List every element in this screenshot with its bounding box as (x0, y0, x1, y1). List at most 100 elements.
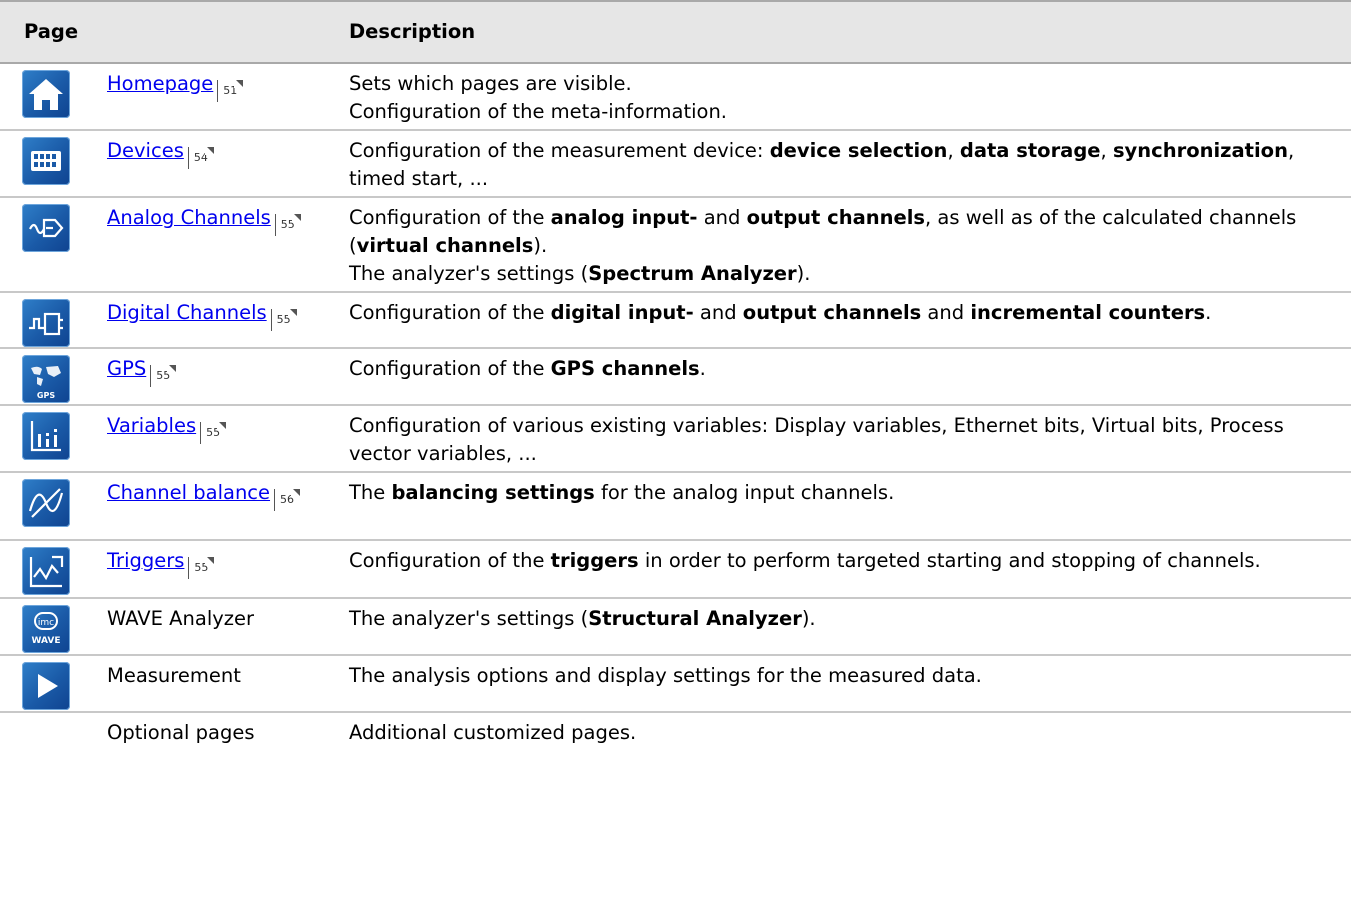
description-bold-text: analog input- (550, 206, 698, 229)
description-bold-text: synchronization (1112, 139, 1288, 162)
description-cell: Sets which pages are visible. Configurati… (327, 63, 1351, 131)
description-bold-text: digital input- (550, 301, 694, 324)
page-reference[interactable]: 55 (200, 422, 227, 444)
description-text: and (921, 301, 971, 324)
icon-cell (0, 130, 95, 198)
page-cell: Triggers 55 (95, 540, 327, 599)
page-reference[interactable]: 51 (217, 80, 244, 102)
description-cell: Configuration of various existing variab… (327, 405, 1351, 473)
page-cell: Homepage 51 (95, 63, 327, 131)
icon-cell (0, 655, 95, 713)
description-line: The analysis options and display setting… (349, 662, 1351, 690)
svg-text:GPS: GPS (37, 391, 55, 400)
header-page: Page (0, 0, 327, 64)
page-reference[interactable]: 56 (274, 489, 301, 511)
description-text: in order to perform targeted starting an… (638, 549, 1261, 572)
description-bold-text: Spectrum Analyzer (588, 262, 797, 285)
description-cell: Configuration of the analog input- and o… (327, 197, 1351, 293)
page-link[interactable]: Homepage (107, 72, 213, 95)
page-link[interactable]: Digital Channels (107, 301, 267, 324)
description-cell: Additional customized pages. (327, 712, 1351, 764)
home-icon (22, 70, 70, 118)
page-reference[interactable]: 55 (188, 557, 215, 579)
description-line: Configuration of various existing variab… (349, 412, 1351, 468)
description-cell: The analysis options and display setting… (327, 655, 1351, 713)
page-link[interactable]: Channel balance (107, 481, 270, 504)
page-reference[interactable]: 55 (270, 309, 297, 331)
description-line: Configuration of the triggers in order t… (349, 547, 1351, 575)
description-cell: The balancing settings for the analog in… (327, 472, 1351, 541)
description-text: Configuration of the meta-information. (349, 100, 728, 123)
description-text: ). (796, 262, 811, 285)
page-link[interactable]: Triggers (107, 549, 184, 572)
description-text: Configuration of the (349, 206, 551, 229)
page-link[interactable]: Analog Channels (107, 206, 271, 229)
table-row: Variables 55 Configuration of various exis… (0, 405, 1351, 473)
table-row: Analog Channels 55 Configuration of the an… (0, 197, 1351, 293)
description-cell: Configuration of the GPS channels. (327, 348, 1351, 406)
page-cell: WAVE Analyzer (95, 598, 327, 656)
description-bold-text: balancing settings (391, 481, 595, 504)
description-line: Configuration of the measurement device:… (349, 137, 1351, 193)
svg-text:WAVE: WAVE (32, 636, 61, 646)
channel-balance-icon (22, 479, 70, 527)
table-row: Triggers 55 Configuration of the triggers … (0, 540, 1351, 599)
icon-cell (0, 197, 95, 293)
icon-cell (0, 712, 95, 764)
page-link[interactable]: Variables (107, 414, 196, 437)
description-text: , (1100, 139, 1113, 162)
table-row: Measurement The analysis options and disp… (0, 655, 1351, 713)
page-cell: Analog Channels 55 (95, 197, 327, 293)
table-row: Channel balance 56 The balancing settings … (0, 472, 1351, 541)
description-bold-text: device selection (769, 139, 948, 162)
description-line: Configuration of the analog input- and o… (349, 204, 1351, 260)
table-row: Devices 54 Configuration of the measuremen… (0, 130, 1351, 198)
description-cell: The analyzer's settings (Structural Anal… (327, 598, 1351, 656)
triggers-icon (22, 547, 70, 595)
variables-icon (22, 412, 70, 460)
description-bold-text: Structural Analyzer (588, 607, 802, 630)
description-text: Configuration of the (349, 357, 551, 380)
description-line: The analyzer's settings (Structural Anal… (349, 605, 1351, 633)
table-header-row: Page Description (0, 0, 1351, 64)
description-cell: Configuration of the digital input- and … (327, 292, 1351, 349)
table-row: Optional pages Additional customized page… (0, 712, 1351, 764)
description-text: Sets which pages are visible. (349, 72, 632, 95)
description-bold-text: GPS channels (550, 357, 700, 380)
description-line: Sets which pages are visible. (349, 70, 1351, 98)
page-link[interactable]: GPS (107, 357, 146, 380)
description-text: . (1205, 301, 1212, 324)
description-line: The analyzer's settings (Spectrum Analyz… (349, 260, 1351, 288)
description-text: The (349, 481, 392, 504)
page-name: Optional pages (107, 721, 255, 744)
description-text: The analyzer's settings ( (349, 262, 589, 285)
icon-cell (0, 405, 95, 473)
table-row: Digital Channels 55 Configuration of the d… (0, 292, 1351, 349)
icon-cell (0, 63, 95, 131)
page-reference[interactable]: 55 (274, 214, 301, 236)
page-name: Measurement (107, 664, 241, 687)
wave-analyzer-icon: imc WAVE (22, 605, 70, 653)
digital-channels-icon (22, 299, 70, 347)
page-reference[interactable]: 54 (187, 147, 214, 169)
icon-cell: GPS (0, 348, 95, 406)
description-text: ). (533, 234, 548, 257)
page-link[interactable]: Devices (107, 139, 184, 162)
page-reference[interactable]: 55 (150, 365, 177, 387)
description-text: and (693, 301, 743, 324)
page-cell: Channel balance 56 (95, 472, 327, 541)
description-bold-text: data storage (959, 139, 1101, 162)
page-cell: Optional pages (95, 712, 327, 764)
page-cell: GPS 55 (95, 348, 327, 406)
description-line: Configuration of the meta-information. (349, 98, 1351, 126)
pages-table: Page Description Homepage 51 Sets which pa… (0, 0, 1351, 764)
icon-cell (0, 472, 95, 541)
icon-cell: imc WAVE (0, 598, 95, 656)
description-text: Configuration of the measurement device: (349, 139, 770, 162)
description-line: The balancing settings for the analog in… (349, 479, 1351, 507)
header-description: Description (327, 0, 1351, 64)
description-text: Configuration of various existing variab… (349, 414, 1290, 465)
description-cell: Configuration of the triggers in order t… (327, 540, 1351, 599)
table-row: imc WAVE WAVE Analyzer The analyzer's setti… (0, 598, 1351, 656)
svg-text:imc: imc (38, 618, 54, 628)
